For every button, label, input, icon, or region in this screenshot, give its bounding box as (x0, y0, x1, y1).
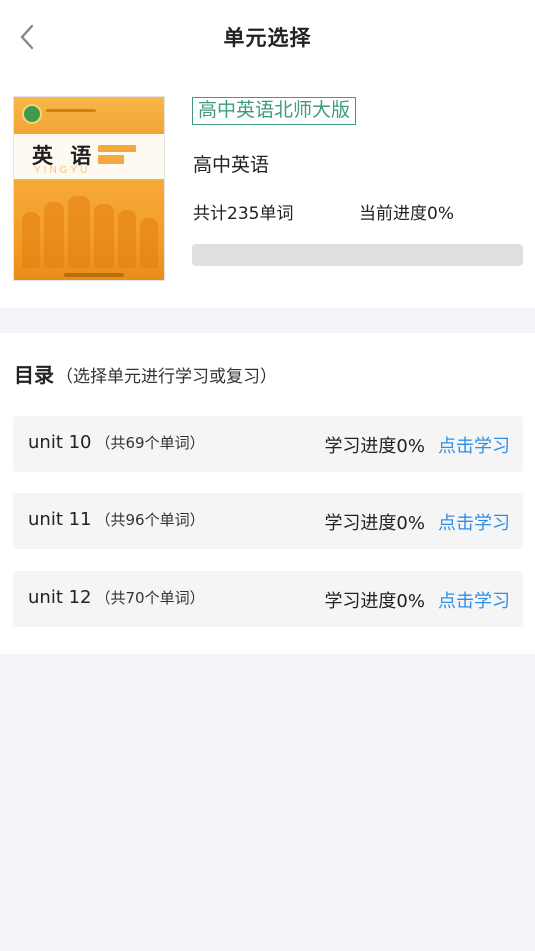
progress-bar (192, 244, 523, 266)
unit-word-count: （共70个单词） (95, 589, 205, 607)
book-subject: 高中英语 (193, 154, 270, 176)
unit-name: unit 12 (28, 587, 92, 608)
current-progress-text: 当前进度0% (359, 204, 454, 224)
start-learning-link[interactable]: 点击学习 (438, 432, 510, 458)
start-learning-link[interactable]: 点击学习 (438, 587, 510, 613)
publisher-logo-icon (22, 104, 42, 124)
word-total: 共计235单词 (193, 204, 294, 224)
unit-row[interactable]: unit 12 （共70个单词） 学习进度0% 点击学习 (13, 571, 523, 627)
page-title: 单元选择 (223, 26, 312, 50)
unit-word-count: （共69个单词） (95, 434, 205, 452)
unit-row[interactable]: unit 11 （共96个单词） 学习进度0% 点击学习 (13, 493, 523, 549)
unit-progress: 学习进度0% (324, 513, 425, 534)
directory-heading: 目录 （选择单元进行学习或复习） (14, 359, 277, 388)
book-info-section: 英 语 YINGYU 高中英语北师大版 高中英语 共计235单词 当前进度0% (0, 74, 535, 308)
unit-progress: 学习进度0% (324, 591, 425, 612)
book-cover-image: 英 语 YINGYU (13, 96, 165, 281)
start-learning-link[interactable]: 点击学习 (438, 509, 510, 535)
cover-artwork (14, 183, 164, 280)
directory-hint: （选择单元进行学习或复习） (56, 367, 277, 387)
unit-name: unit 11 (28, 509, 92, 530)
cover-pinyin: YINGYU (34, 165, 91, 176)
unit-name: unit 10 (28, 432, 92, 453)
unit-select-page: 单元选择 英 语 YINGYU 高中英语北师大版 高中英语 共计235单词 当前… (0, 0, 535, 951)
header-bar: 单元选择 (0, 0, 535, 74)
unit-progress: 学习进度0% (324, 436, 425, 457)
unit-word-count: （共96个单词） (95, 511, 205, 529)
unit-row[interactable]: unit 10 （共69个单词） 学习进度0% 点击学习 (13, 416, 523, 472)
book-version-badge: 高中英语北师大版 (192, 97, 357, 125)
directory-title: 目录 (14, 363, 54, 387)
directory-section: 目录 （选择单元进行学习或复习） unit 10 （共69个单词） 学习进度0% … (0, 333, 535, 654)
